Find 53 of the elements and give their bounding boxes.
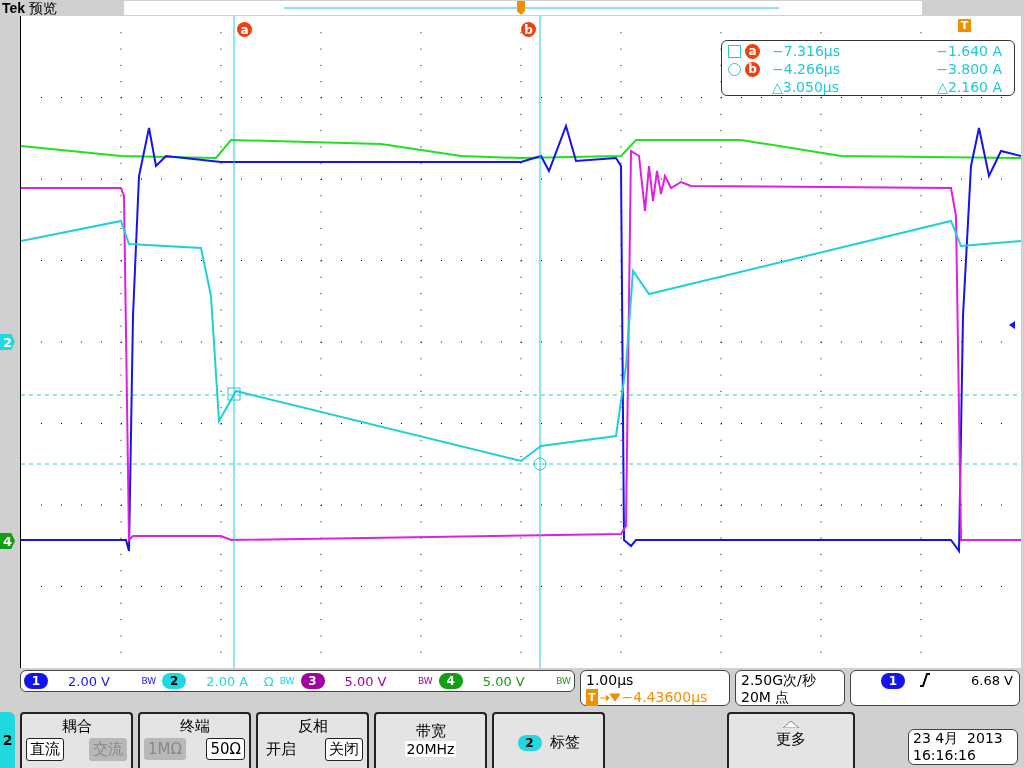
option-toggle[interactable]: 开启 bbox=[262, 738, 300, 761]
arrow-right-icon bbox=[599, 692, 620, 703]
cursor-line[interactable] bbox=[539, 16, 541, 668]
channel-scale: 5.00 V bbox=[344, 673, 388, 689]
channel-scale: 2.00 V bbox=[68, 673, 111, 689]
date-time-display: 23 4月 2013 16:16:16 bbox=[908, 729, 1018, 765]
scope-title: Tek 预览 bbox=[1, 0, 58, 16]
trigger-level: 6.68 V bbox=[971, 673, 1013, 688]
caret-up-icon bbox=[781, 720, 801, 728]
cursor-value: −3.800 A bbox=[935, 61, 1003, 77]
square-icon bbox=[728, 44, 741, 58]
delta-time: △3.050µs bbox=[772, 79, 841, 95]
bandwidth-limit-label: BW bbox=[418, 676, 433, 686]
bandwidth-limit-label: BW bbox=[141, 676, 157, 686]
cursor-time: −4.266µs bbox=[772, 61, 841, 77]
trigger-marker: T bbox=[958, 19, 971, 32]
trigger-position-icon bbox=[517, 1, 525, 15]
channel-scale: 2.00 A bbox=[206, 673, 250, 689]
rising-edge-icon bbox=[919, 673, 931, 687]
cursor-label: b bbox=[521, 22, 536, 37]
trigger-source-badge[interactable]: 1 bbox=[881, 673, 905, 689]
cursor-time: −7.316µs bbox=[772, 43, 841, 59]
trigger-badge: T bbox=[586, 689, 598, 706]
delta-value: △2.160 A bbox=[936, 79, 1003, 95]
cursor-square-icon bbox=[227, 387, 241, 401]
bandwidth-limit-label: BW bbox=[556, 676, 571, 686]
channel-badge[interactable]: 2 bbox=[162, 673, 187, 689]
cursor-label: a bbox=[237, 22, 252, 37]
circle-icon bbox=[728, 62, 741, 76]
cursor-label: a bbox=[745, 43, 760, 59]
horizontal-scale: 1.00µs bbox=[586, 672, 635, 689]
bandwidth-value: 20MHz bbox=[404, 741, 457, 757]
trigger-offset: −4.43600µs bbox=[621, 689, 708, 706]
sample-rate: 2.50G次/秒 bbox=[741, 672, 816, 689]
cursor-value: −1.640 A bbox=[935, 43, 1003, 59]
cursor-circle-icon bbox=[533, 457, 547, 471]
option-toggle[interactable]: 直流 bbox=[26, 738, 64, 761]
label-button[interactable]: 2 标签 bbox=[492, 712, 605, 768]
cursor-line[interactable] bbox=[233, 16, 235, 668]
channel-badge[interactable]: 1 bbox=[24, 673, 48, 689]
channel-scale: 5.00 V bbox=[482, 673, 526, 689]
option-toggle[interactable]: 关闭 bbox=[325, 738, 363, 761]
menu-button[interactable]: 带宽 20MHz bbox=[374, 712, 487, 768]
bandwidth-limit-label: BW bbox=[279, 676, 295, 686]
record-length: 20M 点 bbox=[741, 689, 791, 706]
channel-badge[interactable]: 3 bbox=[300, 673, 325, 689]
cursor-label: b bbox=[745, 61, 760, 77]
menu-button[interactable]: 反相 开启 关闭 bbox=[256, 712, 369, 768]
option-toggle[interactable]: 50Ω bbox=[206, 738, 245, 760]
more-button[interactable]: 更多 bbox=[727, 712, 855, 768]
trigger-level-icon bbox=[1009, 321, 1015, 329]
channel-menu-tab[interactable]: 2 bbox=[0, 712, 15, 768]
termination-symbol: Ω bbox=[263, 673, 274, 689]
